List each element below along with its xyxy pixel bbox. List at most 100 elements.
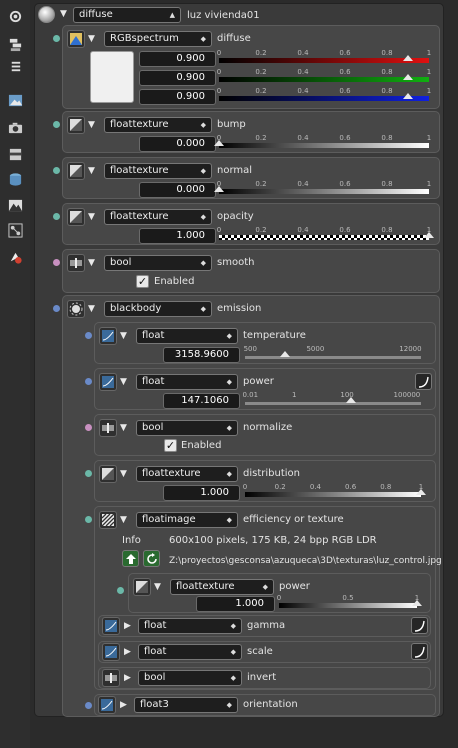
temperature-value-input[interactable]: 3158.9600 <box>163 347 240 363</box>
load-image-icon[interactable] <box>122 550 139 567</box>
texture-power-type-select[interactable]: floattexture ◆ <box>170 579 274 595</box>
socket-dot[interactable] <box>53 167 60 174</box>
collapse-arrow-icon[interactable]: ▼ <box>154 581 161 593</box>
temperature-slider[interactable]: 500 5000 12000 <box>244 345 422 367</box>
reload-icon[interactable] <box>143 550 160 567</box>
slider-handle[interactable] <box>345 397 356 403</box>
socket-dot[interactable] <box>85 470 92 477</box>
color-swatch[interactable] <box>90 51 134 103</box>
bump-slider[interactable]: 0 0.2 0.4 0.6 0.8 1 <box>214 134 431 156</box>
normal-slider[interactable]: 0 0.2 0.4 0.6 0.8 1 <box>214 180 431 202</box>
collapse-arrow-icon[interactable]: ▼ <box>88 33 95 45</box>
socket-dot[interactable] <box>85 424 92 431</box>
normal-type-select[interactable]: floattexture ◆ <box>104 163 212 179</box>
collapse-arrow-icon[interactable]: ▼ <box>88 119 95 131</box>
blue-slider[interactable]: 0 0.2 0.4 0.6 0.8 1 <box>217 87 431 109</box>
collapse-arrow-icon[interactable]: ▼ <box>120 468 127 480</box>
gamma-type-select[interactable]: float ◆ <box>138 618 242 634</box>
slider-handle[interactable] <box>403 55 413 61</box>
slider-handle[interactable] <box>214 186 224 192</box>
opacity-type-select[interactable]: floattexture ◆ <box>104 209 212 225</box>
distribution-value-input[interactable]: 1.000 <box>163 485 240 501</box>
bump-type-select[interactable]: floattexture ◆ <box>104 117 212 133</box>
bool-icon[interactable] <box>102 669 120 687</box>
red-value-input[interactable]: 0.900 <box>139 51 216 67</box>
texture-power-slider[interactable]: 0 0.5 1 <box>277 594 422 616</box>
expand-arrow-icon[interactable]: ▶ <box>124 646 131 658</box>
panel-icon[interactable] <box>7 146 23 162</box>
collapse-arrow-icon[interactable]: ▼ <box>120 514 127 526</box>
float-texture-icon[interactable] <box>67 208 85 226</box>
image-path[interactable]: Z:\proyectos\gesconsa\azuqueca\3D\textur… <box>169 555 442 567</box>
opacity-value-input[interactable]: 1.000 <box>139 228 216 244</box>
expand-arrow-icon[interactable]: ▶ <box>124 620 131 632</box>
power-value-input[interactable]: 147.1060 <box>163 393 240 409</box>
slider-handle[interactable] <box>403 93 413 99</box>
texture-power-value-input[interactable]: 1.000 <box>196 596 275 612</box>
diffuse-type-select[interactable]: RGBspectrum ◆ <box>104 31 212 47</box>
float-curve-icon[interactable] <box>98 696 116 714</box>
float-texture-icon[interactable] <box>99 465 117 483</box>
material-paint-icon[interactable] <box>7 249 23 265</box>
float-image-icon[interactable] <box>99 511 117 529</box>
slider-handle[interactable] <box>412 600 422 606</box>
efficiency-type-select[interactable]: floatimage ◆ <box>136 512 238 528</box>
socket-dot[interactable] <box>85 516 92 523</box>
collapse-arrow-icon[interactable]: ▼ <box>60 8 67 20</box>
bool-icon[interactable] <box>99 419 117 437</box>
orientation-type-select[interactable]: float3 ◆ <box>134 697 238 713</box>
smooth-checkbox[interactable]: ✓ <box>136 275 149 288</box>
layers-icon[interactable] <box>7 36 23 52</box>
normal-value-input[interactable]: 0.000 <box>139 182 216 198</box>
collapse-arrow-icon[interactable]: ▼ <box>120 422 127 434</box>
collapse-arrow-icon[interactable]: ▼ <box>88 257 95 269</box>
temperature-type-select[interactable]: float ◆ <box>136 328 238 344</box>
log-curve-icon[interactable] <box>415 373 432 390</box>
socket-dot[interactable] <box>53 213 60 220</box>
collapse-arrow-icon[interactable]: ▼ <box>120 330 127 342</box>
normalize-type-select[interactable]: bool ◆ <box>136 420 238 436</box>
expand-arrow-icon[interactable]: ▶ <box>120 699 127 711</box>
emission-type-select[interactable]: blackbody ◆ <box>104 301 212 317</box>
slider-handle[interactable] <box>280 351 291 357</box>
float-curve-icon[interactable] <box>99 373 117 391</box>
float-texture-icon[interactable] <box>67 162 85 180</box>
slider-handle[interactable] <box>214 140 224 146</box>
invert-type-select[interactable]: bool ◆ <box>138 670 242 686</box>
distribution-slider[interactable]: 0 0.2 0.4 0.6 0.8 1 <box>243 483 426 505</box>
socket-dot[interactable] <box>53 305 60 312</box>
collapse-arrow-icon[interactable]: ▼ <box>88 303 95 315</box>
socket-dot[interactable] <box>85 702 92 709</box>
camera-icon[interactable] <box>7 119 23 135</box>
blackbody-icon[interactable] <box>67 300 85 318</box>
scale-type-select[interactable]: float ◆ <box>138 644 242 660</box>
socket-dot[interactable] <box>53 121 60 128</box>
socket-dot[interactable] <box>53 259 60 266</box>
blue-value-input[interactable]: 0.900 <box>139 89 216 105</box>
list-icon[interactable] <box>7 58 23 74</box>
collapse-arrow-icon[interactable]: ▼ <box>120 376 127 388</box>
power-slider[interactable]: 0.01 1 100 100000 <box>242 391 421 413</box>
collapse-arrow-icon[interactable]: ▼ <box>88 165 95 177</box>
opacity-slider[interactable]: 0 0.2 0.4 0.6 0.8 1 <box>217 226 434 248</box>
float-texture-icon[interactable] <box>67 116 85 134</box>
slider-handle[interactable] <box>416 489 426 495</box>
smooth-type-select[interactable]: bool ◆ <box>104 255 212 271</box>
environment-icon[interactable] <box>7 197 23 213</box>
log-curve-icon[interactable] <box>411 643 428 660</box>
power-type-select[interactable]: float ◆ <box>136 374 238 390</box>
green-value-input[interactable]: 0.900 <box>139 70 216 86</box>
float-curve-icon[interactable] <box>102 617 120 635</box>
bump-value-input[interactable]: 0.000 <box>139 136 216 152</box>
float-curve-icon[interactable] <box>99 327 117 345</box>
socket-dot[interactable] <box>117 587 124 594</box>
expand-arrow-icon[interactable]: ▶ <box>124 672 131 684</box>
socket-dot[interactable] <box>85 332 92 339</box>
slider-handle[interactable] <box>403 74 413 80</box>
distribution-type-select[interactable]: floattexture ◆ <box>136 466 238 482</box>
bool-icon[interactable] <box>67 254 85 272</box>
slider-handle[interactable] <box>424 232 434 238</box>
socket-dot[interactable] <box>53 35 60 42</box>
channel-select[interactable]: diffuse ▲ <box>73 7 181 23</box>
float-texture-icon[interactable] <box>133 578 151 596</box>
